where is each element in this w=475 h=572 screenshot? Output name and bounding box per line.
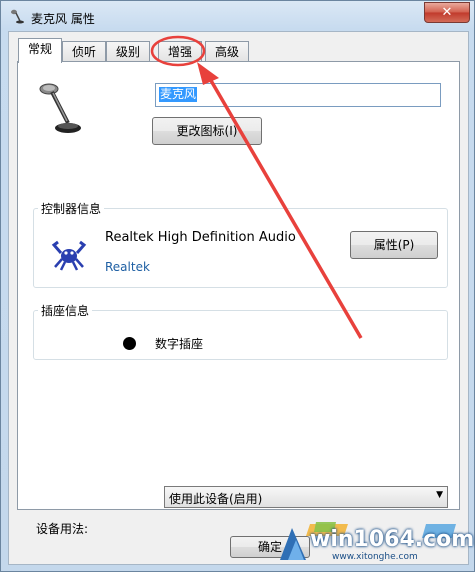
jack-type: 数字插座 bbox=[155, 337, 204, 351]
chevron-down-icon: ▼ bbox=[436, 490, 443, 500]
close-icon: ✕ bbox=[441, 5, 453, 20]
change-icon-button[interactable]: 更改图标(I) bbox=[152, 117, 262, 145]
controller-properties-button[interactable]: 属性(P) bbox=[350, 231, 438, 259]
general-tab-panel: 麦克风 更改图标(I) 控制器信息 Realtek High Definitio… bbox=[17, 61, 460, 536]
device-usage-label: 设备用法: bbox=[36, 522, 89, 536]
dialog-body: 常规 侦听 级别 增强 高级 麦克风 更改图标(I) 控制器信息 Realtek… bbox=[8, 31, 469, 565]
device-name-input[interactable]: 麦克风 bbox=[155, 83, 441, 107]
watermark-text: win1064.com bbox=[310, 527, 475, 552]
watermark: win1064.com www.xitonghe.com bbox=[276, 520, 474, 566]
properties-window: 麦克风 属性 ✕ 常规 侦听 级别 增强 高级 麦克风 更改图标(I) 控制器信… bbox=[0, 0, 475, 572]
controller-info-group: 控制器信息 Realtek High Definition Audio Real… bbox=[33, 200, 448, 288]
watermark-subtext: www.xitonghe.com bbox=[332, 552, 418, 562]
title-bar[interactable]: 麦克风 属性 ✕ bbox=[1, 1, 474, 31]
window-title: 麦克风 属性 bbox=[31, 12, 95, 26]
jack-info-label: 插座信息 bbox=[38, 302, 93, 319]
realtek-crab-icon bbox=[51, 240, 87, 271]
tab-advanced[interactable]: 高级 bbox=[205, 41, 249, 62]
vendor-link[interactable]: Realtek bbox=[105, 260, 150, 274]
tab-general[interactable]: 常规 bbox=[18, 38, 62, 63]
tab-enhancements[interactable]: 增强 bbox=[158, 41, 202, 62]
tab-listen[interactable]: 侦听 bbox=[62, 41, 106, 62]
jack-info-group: 插座信息 数字插座 bbox=[33, 302, 448, 360]
microphone-icon bbox=[39, 83, 81, 133]
tab-levels[interactable]: 级别 bbox=[106, 41, 150, 62]
jack-indicator-icon bbox=[123, 337, 136, 350]
controller-name: Realtek High Definition Audio bbox=[105, 230, 296, 245]
controller-info-label: 控制器信息 bbox=[38, 200, 105, 217]
close-button[interactable]: ✕ bbox=[424, 2, 470, 23]
device-usage-select[interactable]: 使用此设备(启用) ▼ bbox=[164, 486, 448, 508]
microphone-title-icon bbox=[11, 9, 24, 24]
